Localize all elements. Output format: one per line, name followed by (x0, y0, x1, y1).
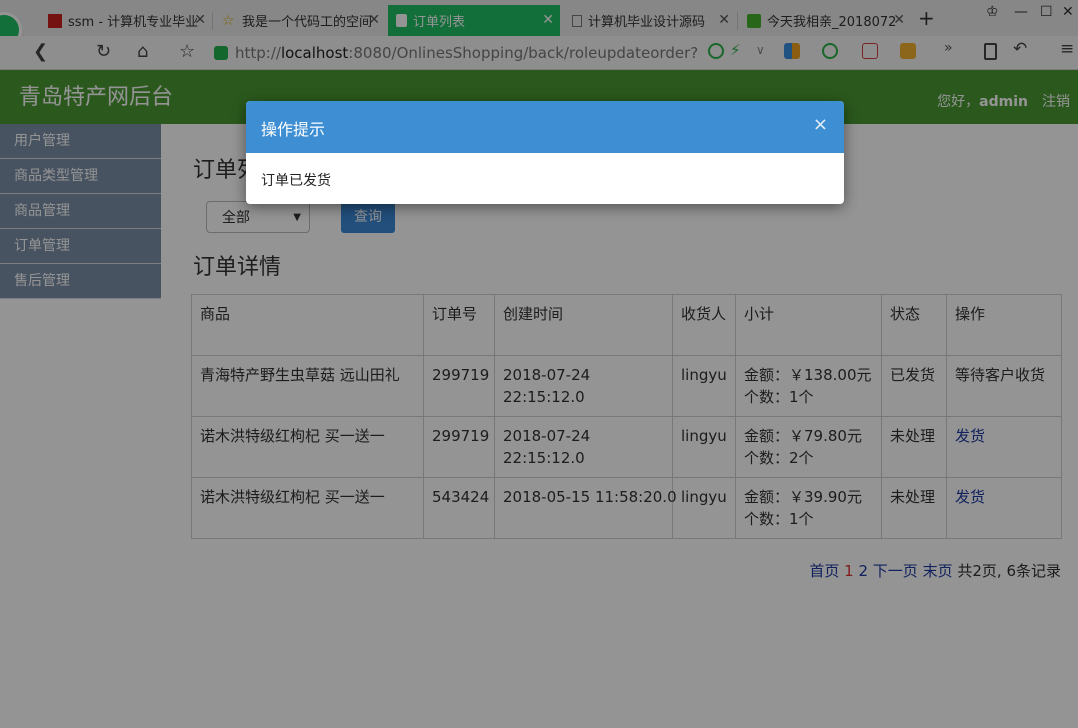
close-icon[interactable]: × (813, 114, 828, 135)
dialog-message: 订单已发货 (261, 173, 331, 189)
alert-dialog: 操作提示 × 订单已发货 (246, 101, 844, 204)
dialog-title: 操作提示 (261, 120, 326, 139)
dialog-header: 操作提示 × (246, 101, 844, 153)
